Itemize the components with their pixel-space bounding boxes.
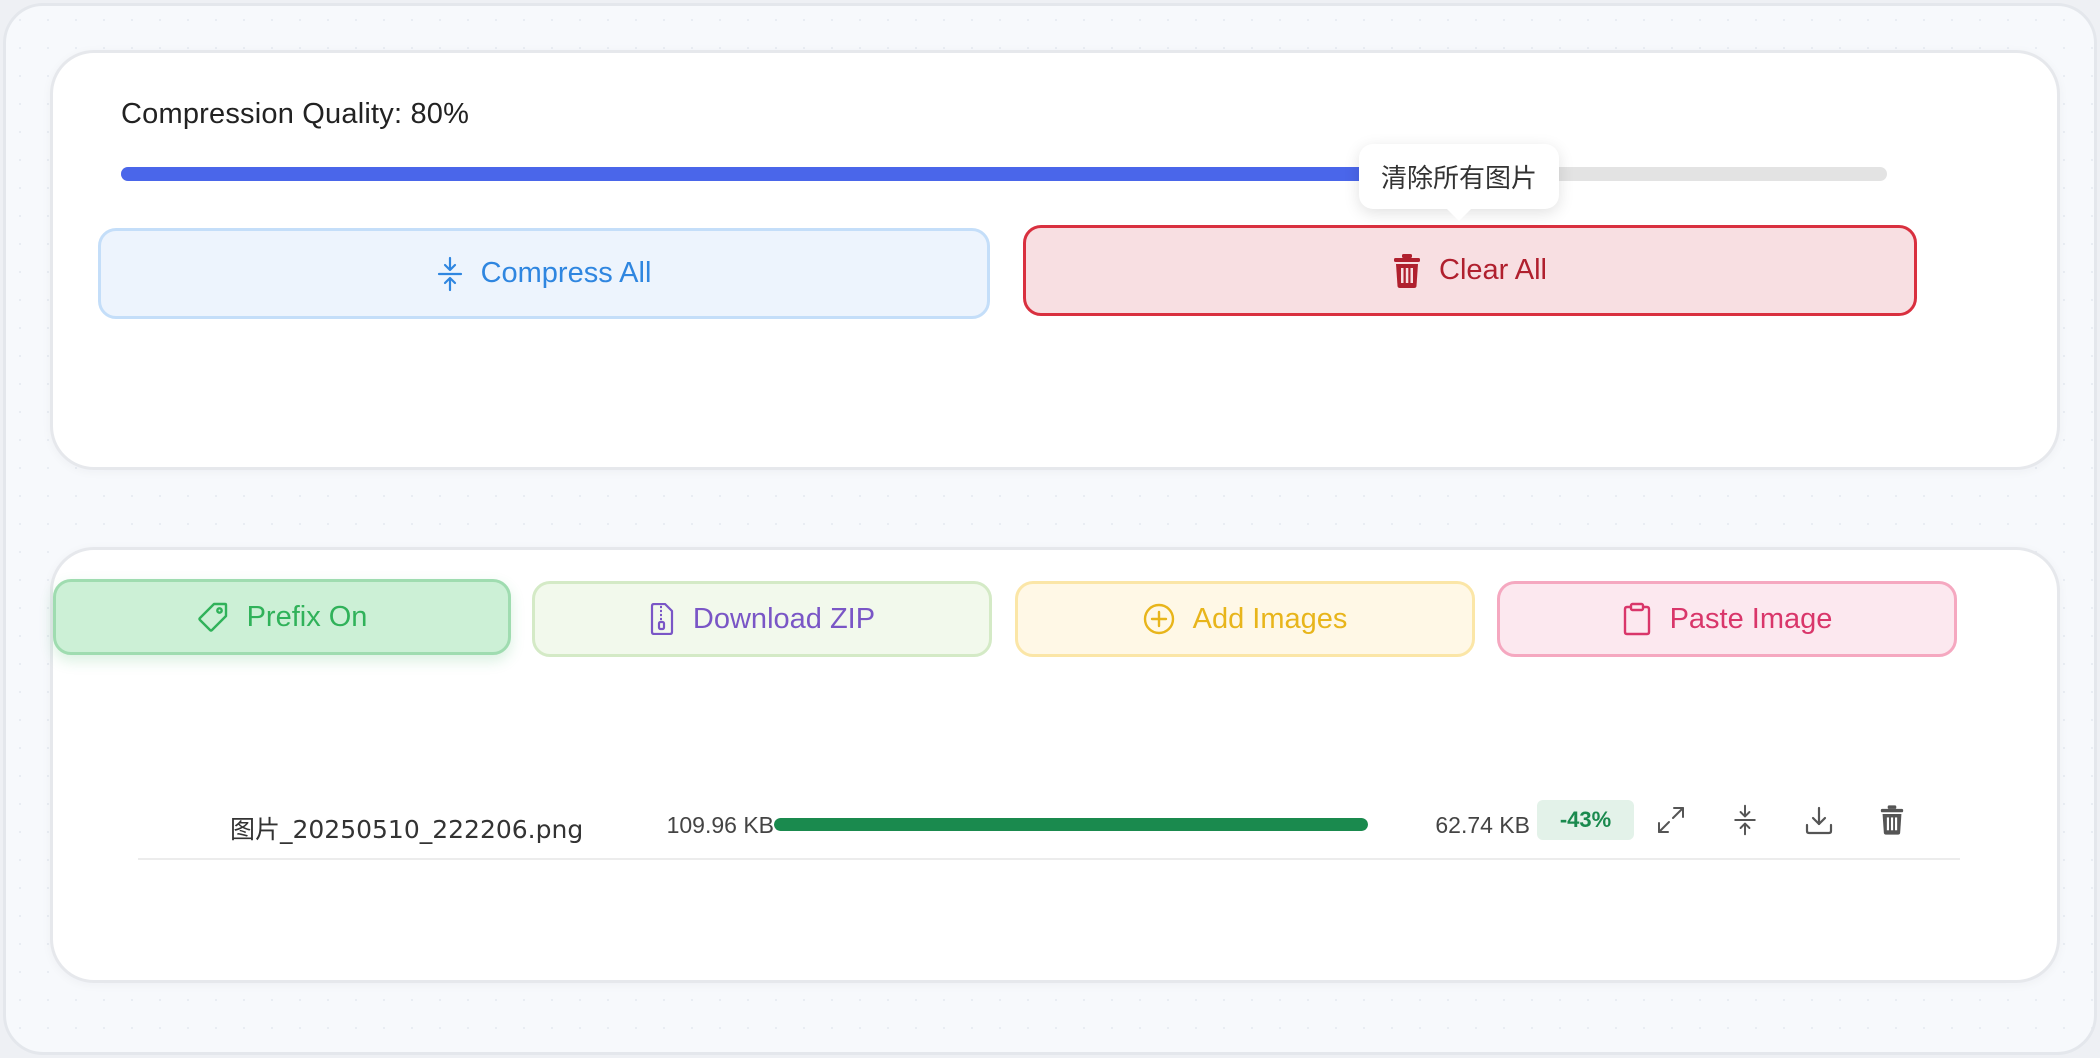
paste-image-button[interactable]: Paste Image bbox=[1497, 581, 1957, 657]
clear-all-label: Clear All bbox=[1439, 254, 1547, 286]
file-row: 图片_20250510_222206.png 109.96 KB 62.74 K… bbox=[138, 790, 1960, 860]
prefix-label: Prefix On bbox=[246, 600, 368, 633]
add-images-label: Add Images bbox=[1192, 602, 1348, 635]
compression-progress-fill bbox=[774, 818, 1368, 831]
original-size: 109.96 KB bbox=[666, 812, 774, 838]
file-name: 图片_20250510_222206.png bbox=[230, 815, 584, 844]
add-images-button[interactable]: Add Images bbox=[1015, 581, 1475, 657]
clear-all-button[interactable]: Clear All bbox=[1023, 225, 1917, 316]
compressed-size: 62.74 KB bbox=[1435, 812, 1530, 838]
download-zip-button[interactable]: Download ZIP bbox=[532, 581, 992, 657]
compress-all-label: Compress All bbox=[480, 257, 652, 289]
app-window bbox=[3, 3, 2097, 1055]
quality-slider-fill[interactable] bbox=[121, 167, 1534, 181]
paste-image-label: Paste Image bbox=[1669, 602, 1833, 635]
prefix-toggle-button[interactable]: Prefix On bbox=[53, 579, 511, 655]
trash-icon bbox=[1393, 253, 1421, 288]
download-icon[interactable] bbox=[1802, 803, 1836, 837]
clipboard-icon bbox=[1622, 602, 1652, 636]
download-zip-label: Download ZIP bbox=[692, 602, 876, 635]
reduction-badge: -43% bbox=[1537, 800, 1634, 840]
compress-icon[interactable] bbox=[1728, 803, 1762, 837]
compression-quality-label: Compression Quality: 80% bbox=[121, 98, 470, 130]
compression-progress-bar bbox=[774, 818, 1368, 831]
compress-icon bbox=[437, 256, 463, 292]
compress-all-button[interactable]: Compress All bbox=[98, 228, 990, 319]
trash-icon[interactable] bbox=[1875, 803, 1909, 837]
clear-all-tooltip: 清除所有图片 bbox=[1359, 144, 1559, 221]
tag-icon bbox=[197, 601, 229, 633]
quality-slider[interactable] bbox=[121, 167, 1887, 181]
zip-file-icon bbox=[649, 603, 675, 635]
expand-icon[interactable] bbox=[1654, 803, 1688, 837]
plus-circle-icon bbox=[1143, 603, 1175, 635]
